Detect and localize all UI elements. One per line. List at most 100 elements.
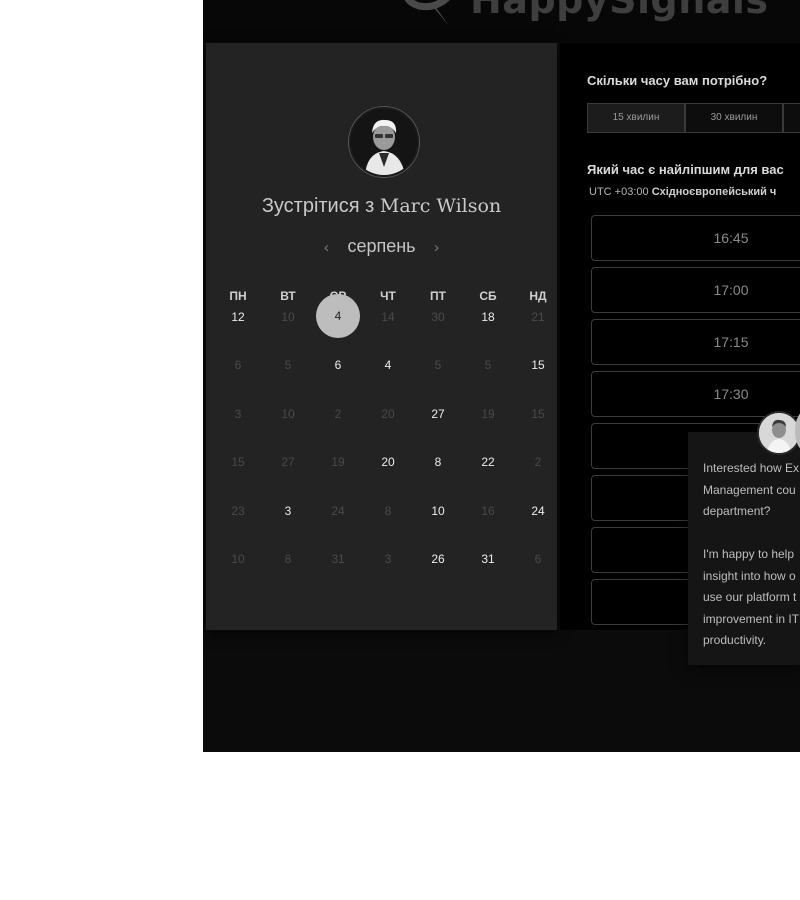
calendar-day[interactable]: 3 [263,504,313,552]
calendar-day: 27 [263,455,313,503]
duration-question: Скільки часу вам потрібно? [587,73,768,88]
duration-tabs: 15 хвилин 30 хвилин [587,103,800,133]
time-slot-label: 17:30 [713,386,749,402]
day-number: 27 [281,455,295,470]
calendar-day[interactable]: 10 [413,504,463,552]
prev-month-icon[interactable]: ‹ [324,239,329,256]
calendar-day: 5 [263,358,313,406]
calendar-day: 5 [413,358,463,406]
calendar-day[interactable]: 18 [463,310,513,358]
time-slot[interactable]: 16:45 [591,215,800,261]
day-number: 23 [231,503,245,518]
calendar-day[interactable]: 6 [313,358,363,406]
calendar-day: 2 [513,455,563,503]
calendar-day: 20 [363,407,413,455]
weekday-label: ПТ [430,289,446,303]
calendar-day[interactable]: 8 [413,455,463,503]
time-slot-label: 16:45 [713,230,749,246]
host-avatar [349,107,419,177]
chat-popup[interactable]: Interested how Ex Management cou departmen… [688,432,800,665]
calendar-day[interactable]: 27 [413,407,463,455]
calendar-day[interactable]: 26 [413,552,463,600]
calendar-day: 24 [313,504,363,552]
day-number: 26 [431,551,445,566]
timezone-name: Східноєвропейський ч [651,186,777,198]
calendar-day[interactable]: 15 [513,358,563,406]
duration-tab[interactable]: 30 хвилин [685,103,783,133]
calendar-day: 16 [463,504,513,552]
day-number: 3 [384,551,392,566]
calendar-panel: Зустрітися з Marc Wilson ‹ серпень › ПН В… [206,43,557,630]
day-number: 12 [231,310,245,324]
chat-line: I'm happy to help [703,547,795,561]
chat-message: Interested how Ex Management cou departmen… [703,458,800,652]
timezone-offset: UTC +03:00 [589,186,649,198]
calendar-day: 3 [363,552,413,600]
meeting-title: Зустрітися з Marc Wilson [206,195,557,218]
weekday-label: ВТ [280,289,296,303]
time-slot-label: 17:15 [713,334,749,350]
day-number: 19 [481,406,495,421]
day-number: 20 [381,455,395,470]
day-number: 6 [234,358,242,373]
day-number: 19 [331,455,345,470]
calendar-day: 19 [463,407,513,455]
day-number: 20 [381,406,395,421]
calendar-day: 6 [513,552,563,600]
day-number: 31 [331,551,345,566]
day-number: 31 [481,551,495,566]
calendar-day: 10 [263,310,313,358]
day-number: 16 [481,503,495,518]
calendar-day: 8 [363,504,413,552]
day-number: 24 [331,503,345,518]
chat-line: department? [703,504,771,518]
day-number: 14 [381,310,395,324]
day-number: 15 [531,358,545,373]
calendar-day: 23 [213,504,263,552]
next-month-icon[interactable]: › [434,239,439,256]
time-question: Який час є найліпшим для вас [587,162,784,177]
chat-line: insight into how o [703,568,796,583]
day-number: 15 [531,406,545,421]
chat-line [703,523,800,545]
meeting-title-prefix: Зустрітися з [261,195,375,217]
host-name: Marc Wilson [379,195,502,217]
calendar-day[interactable]: 12 [213,310,263,358]
time-slot[interactable]: 17:15 [591,319,800,365]
brand-logo[interactable]: HappySignals [470,0,769,22]
selected-day[interactable]: 4 [313,294,363,358]
calendar-day: 8 [263,552,313,600]
day-number: 3 [284,503,292,518]
day-number: 10 [281,406,295,421]
calendar-day: 15 [513,407,563,455]
day-grid: 12 10 4 14 30 18 21 6 5 6 4 5 5 15 3 10 2 20 27 19 15 15 27 19 2… [213,294,563,600]
calendar-day[interactable]: 20 [363,455,413,503]
day-number: 21 [531,310,545,324]
chat-agent-avatar[interactable] [757,411,800,455]
duration-tab[interactable] [783,103,800,133]
calendar-day: 19 [313,455,363,503]
time-slot-label: 17:00 [713,282,749,298]
day-number: 10 [231,551,245,566]
calendar-day[interactable]: 22 [463,455,513,503]
day-number: 4 [316,294,360,338]
happysignals-logo-icon [404,0,450,26]
host-photo-icon [351,109,417,175]
calendar-day[interactable]: 4 [363,358,413,406]
weekday-label: НД [529,289,547,303]
time-slot[interactable]: 17:30 [591,371,800,417]
day-number: 2 [334,406,342,421]
duration-tab[interactable]: 15 хвилин [587,103,685,133]
calendar-day: 3 [213,407,263,455]
header: HappySignals [203,0,800,42]
time-slot[interactable]: 17:00 [591,267,800,313]
calendar-day[interactable]: 24 [513,504,563,552]
day-number: 30 [431,310,445,324]
timezone-label[interactable]: UTC +03:00 Східноєвропейський ч [589,186,776,198]
calendar-day: 30 [413,310,463,358]
day-number: 8 [434,455,442,470]
calendar-day: 21 [513,310,563,358]
day-number: 4 [384,358,392,373]
calendar-day[interactable]: 31 [463,552,513,600]
weekday-header: ПНВТСРЧТПТСБНД [213,289,563,303]
